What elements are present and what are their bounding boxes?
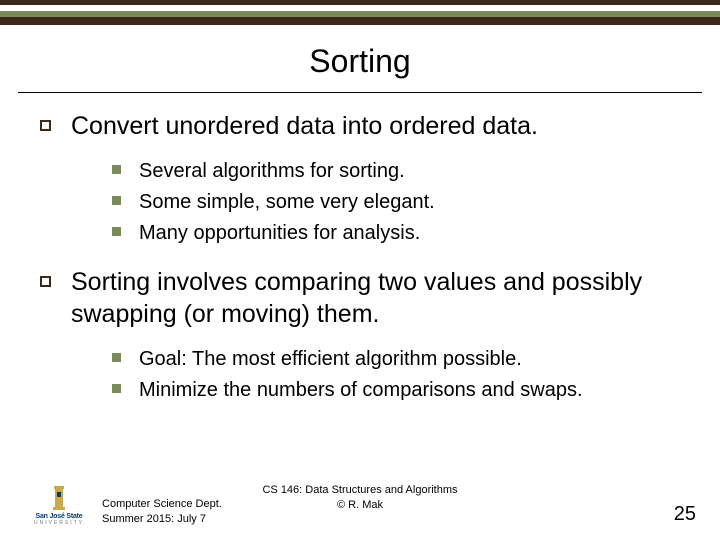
square-hollow-icon xyxy=(40,120,51,131)
square-solid-icon xyxy=(112,353,121,362)
footer-author: © R. Mak xyxy=(262,498,457,512)
square-solid-icon xyxy=(112,165,121,174)
bullet-lvl2: Goal: The most efficient algorithm possi… xyxy=(112,346,680,373)
logo-name: San José State xyxy=(36,513,83,520)
bullet-row: Convert unordered data into ordered data… xyxy=(40,111,680,142)
bullet-text: Minimize the numbers of comparisons and … xyxy=(139,377,583,404)
decor-bar xyxy=(0,17,720,25)
bullet-text: Some simple, some very elegant. xyxy=(139,189,435,216)
bullet-text: Many opportunities for analysis. xyxy=(139,220,420,247)
content-area: Convert unordered data into ordered data… xyxy=(0,93,720,404)
bullet-lvl1: Sorting involves comparing two values an… xyxy=(40,267,680,404)
footer: San José State UNIVERSITY Computer Scien… xyxy=(0,485,720,526)
slide: Sorting Convert unordered data into orde… xyxy=(0,0,720,540)
bullet-text: Sorting involves comparing two values an… xyxy=(71,267,680,330)
title-area: Sorting xyxy=(0,25,720,88)
bullet-row: Sorting involves comparing two values an… xyxy=(40,267,680,330)
footer-course: CS 146: Data Structures and Algorithms xyxy=(262,483,457,497)
sub-list: Several algorithms for sorting. Some sim… xyxy=(112,158,680,247)
bullet-text: Goal: The most efficient algorithm possi… xyxy=(139,346,522,373)
square-solid-icon xyxy=(112,384,121,393)
footer-dept: Computer Science Dept. xyxy=(102,497,222,511)
bullet-text: Several algorithms for sorting. xyxy=(139,158,405,185)
footer-date: Summer 2015: July 7 xyxy=(102,512,222,526)
square-hollow-icon xyxy=(40,276,51,287)
square-solid-icon xyxy=(112,227,121,236)
page-number: 25 xyxy=(674,503,696,526)
slide-title: Sorting xyxy=(0,43,720,80)
logo-sub: UNIVERSITY xyxy=(34,521,84,526)
bullet-lvl2: Some simple, some very elegant. xyxy=(112,189,680,216)
bullet-lvl1: Convert unordered data into ordered data… xyxy=(40,111,680,247)
bullet-lvl2: Many opportunities for analysis. xyxy=(112,220,680,247)
sub-list: Goal: The most efficient algorithm possi… xyxy=(112,346,680,404)
bullet-text: Convert unordered data into ordered data… xyxy=(71,111,538,142)
square-solid-icon xyxy=(112,196,121,205)
top-decor xyxy=(0,0,720,25)
bullet-lvl2: Minimize the numbers of comparisons and … xyxy=(112,377,680,404)
bullet-lvl2: Several algorithms for sorting. xyxy=(112,158,680,185)
footer-center: CS 146: Data Structures and Algorithms ©… xyxy=(262,483,457,512)
university-logo: San José State UNIVERSITY xyxy=(34,485,84,526)
tower-icon xyxy=(48,485,70,511)
footer-left: Computer Science Dept. Summer 2015: July… xyxy=(102,497,222,526)
